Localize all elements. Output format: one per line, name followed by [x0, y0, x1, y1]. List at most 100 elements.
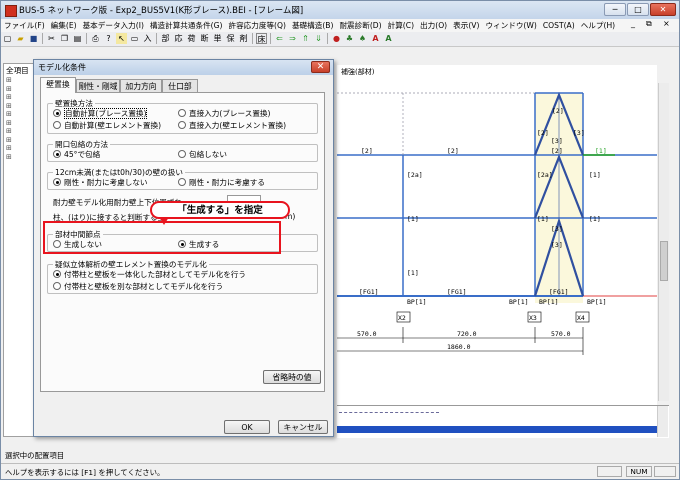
toolbar-btn-floor[interactable]: 床: [256, 33, 267, 44]
toolbar-btn-input[interactable]: 入: [142, 33, 153, 44]
radio-consider-thin[interactable]: 剛性・耐力に考慮する: [178, 177, 265, 188]
label-fg: [FG1]: [359, 288, 379, 296]
radio-dot: [178, 150, 186, 158]
stop-icon[interactable]: ●: [331, 33, 342, 44]
scrollbar-thumb[interactable]: [660, 241, 668, 281]
zoom-icon[interactable]: ♣: [344, 33, 355, 44]
menu-cost[interactable]: COST(A): [540, 19, 578, 32]
radio-label: 自動計算(ブレース置換): [64, 108, 148, 119]
radio-direct-element[interactable]: 直接入力(壁エレメント置換): [178, 120, 286, 131]
ok-button[interactable]: OK: [224, 420, 270, 434]
toolbar-btn-retain[interactable]: 保: [225, 33, 236, 44]
mdi-close-button[interactable]: ×: [663, 19, 670, 28]
menu-basic-data[interactable]: 基本データ入力(I): [80, 19, 147, 32]
navigation-tree[interactable]: 全項目 ⊞ ⊞ ⊞ ⊞ ⊞ ⊞ ⊞ ⊞ ⊞ ⊞: [3, 63, 35, 437]
toolbar-btn-section[interactable]: 断: [199, 33, 210, 44]
label-mid: [1]: [589, 171, 601, 179]
window-title: BUS-5 ネットワーク版 - Exp2_BUS5V1(K形ブレース).BEI …: [19, 6, 304, 16]
radio-direct-brace[interactable]: 直接入力(ブレース置換): [178, 108, 270, 119]
text-a2-icon[interactable]: A: [383, 33, 394, 44]
label-beam: [2]: [361, 147, 373, 155]
radio-auto-brace[interactable]: 自動計算(ブレース置換): [53, 108, 148, 119]
label-brace: [2]: [537, 129, 549, 137]
menu-output[interactable]: 出力(O): [417, 19, 450, 32]
menu-allowable-stress[interactable]: 許容応力度等(Q): [225, 19, 288, 32]
menu-foundation[interactable]: 基礎構造(B): [289, 19, 337, 32]
tree-header: 全項目: [6, 66, 29, 75]
menu-window[interactable]: ウィンドウ(W): [482, 19, 539, 32]
arrow-right-icon[interactable]: ⇒: [287, 33, 298, 44]
close-button[interactable]: ✕: [650, 3, 676, 16]
label-fg: [FG1]: [549, 288, 569, 296]
maximize-button[interactable]: □: [627, 3, 649, 16]
dialog-title-bar: モデル化条件 ✕: [34, 60, 333, 75]
pan-icon[interactable]: ♠: [357, 33, 368, 44]
menu-help[interactable]: ヘルプ(H): [578, 19, 618, 32]
pointer-icon[interactable]: ↖: [116, 33, 127, 44]
radio-auto-element[interactable]: 自動計算(壁エレメント置換): [53, 120, 161, 131]
new-file-icon[interactable]: ▢: [2, 33, 13, 44]
selected-message-row[interactable]: [337, 426, 657, 433]
tab-joint[interactable]: 仕口部: [162, 79, 198, 92]
axis-label-x4: X4: [577, 314, 585, 322]
paste-icon[interactable]: ▤: [72, 33, 83, 44]
radio-separate-member[interactable]: 付帯柱と壁板を別な部材としてモデル化を行う: [53, 281, 223, 292]
toolbar-btn-load[interactable]: 荷: [186, 33, 197, 44]
radio-dot: [178, 178, 186, 186]
radio-dot: [53, 109, 61, 117]
menu-edit[interactable]: 編集(E): [48, 19, 80, 32]
menu-common-conditions[interactable]: 構造計算共通条件(G): [147, 19, 226, 32]
arrow-left-icon[interactable]: ⇐: [274, 33, 285, 44]
help-icon[interactable]: ?: [103, 33, 114, 44]
dialog-close-button[interactable]: ✕: [311, 61, 330, 73]
menu-seismic[interactable]: 耐震診断(D): [336, 19, 384, 32]
label-mid: [2a]: [537, 171, 553, 179]
toolbar-btn-unit[interactable]: 単: [212, 33, 223, 44]
radio-no-envelope[interactable]: 包絡しない: [178, 149, 227, 160]
arrow-up-icon[interactable]: ⇑: [300, 33, 311, 44]
label-green: [1]: [595, 147, 607, 155]
message-scrollbar[interactable]: [657, 406, 668, 437]
label-beam: [2]: [447, 147, 459, 155]
frame-canvas[interactable]: 補強(部材) [2] [2] [2] [2] [2] [3] [3] [2a] …: [337, 65, 657, 405]
tab-wall-replace[interactable]: 壁置換: [40, 77, 76, 93]
status-pane: [597, 466, 622, 477]
label-brace: [3]: [573, 129, 585, 137]
dim-label: 570.0: [551, 330, 571, 338]
tree-expanders[interactable]: ⊞ ⊞ ⊞ ⊞ ⊞ ⊞ ⊞ ⊞ ⊞ ⊞: [6, 76, 12, 161]
radio-dot: [53, 178, 61, 186]
default-values-button[interactable]: 省略時の値: [263, 370, 321, 384]
toolbar-btn-stress[interactable]: 応: [173, 33, 184, 44]
save-icon[interactable]: ■: [28, 33, 39, 44]
cut-icon[interactable]: ✂: [46, 33, 57, 44]
text-a-icon[interactable]: A: [370, 33, 381, 44]
select-icon[interactable]: ▭: [129, 33, 140, 44]
menu-file[interactable]: ファイル(F): [1, 19, 48, 32]
toolbar-separator: [270, 33, 271, 44]
cancel-button[interactable]: キャンセル: [278, 420, 328, 434]
minimize-button[interactable]: ─: [604, 3, 626, 16]
toolbar-btn-member[interactable]: 部: [160, 33, 171, 44]
radio-envelope-45[interactable]: 45°で包絡: [53, 149, 100, 160]
radio-integrated-member[interactable]: 付帯柱と壁板を一体化した部材としてモデル化を行う: [53, 269, 246, 280]
menu-view[interactable]: 表示(V): [450, 19, 482, 32]
radio-label: 剛性・耐力に考慮しない: [64, 178, 148, 187]
toolbar-btn-agent[interactable]: 剤: [238, 33, 249, 44]
menu-calculate[interactable]: 計算(C): [385, 19, 417, 32]
tab-stiffness[interactable]: 剛性・剛域: [76, 79, 120, 92]
copy-icon[interactable]: ❐: [59, 33, 70, 44]
print-icon[interactable]: ⎙: [90, 33, 101, 44]
label-lower: [3]: [551, 225, 563, 233]
mdi-restore-button[interactable]: ⧉: [646, 19, 652, 29]
radio-ignore-thin[interactable]: 剛性・耐力に考慮しない: [53, 177, 148, 188]
radio-label: 自動計算(壁エレメント置換): [64, 121, 162, 130]
tab-load-direction[interactable]: 加力方向: [120, 79, 162, 92]
radio-dot: [53, 150, 61, 158]
axis-label-x3: X3: [529, 314, 537, 322]
open-folder-icon[interactable]: ▰: [15, 33, 26, 44]
mdi-minimize-button[interactable]: _: [631, 19, 635, 28]
vertical-scrollbar[interactable]: [658, 83, 669, 401]
label-lower: [3]: [551, 241, 563, 249]
arrow-down-icon[interactable]: ⇓: [313, 33, 324, 44]
frame-diagram: [337, 92, 657, 355]
